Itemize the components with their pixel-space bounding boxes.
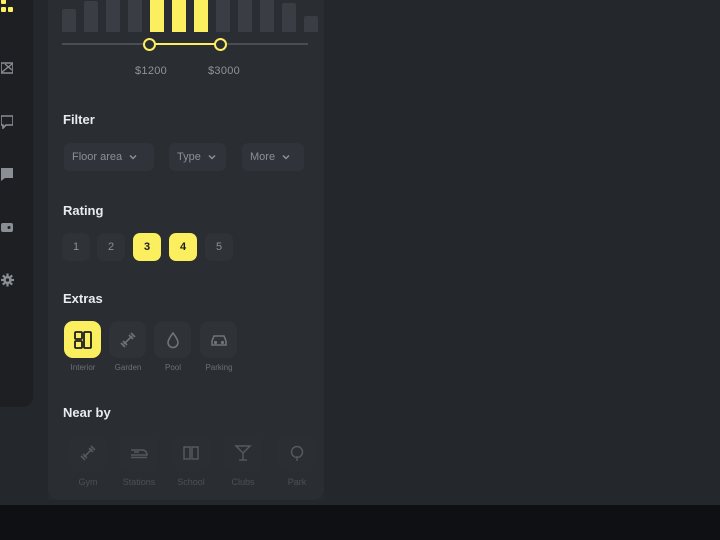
histogram-bar bbox=[238, 0, 252, 32]
rating-heading: Rating bbox=[63, 203, 104, 218]
histogram-bar bbox=[304, 16, 318, 32]
extra-pool-label: Pool bbox=[164, 363, 181, 372]
ticket-icon[interactable] bbox=[0, 60, 14, 76]
histogram-bar bbox=[62, 9, 76, 32]
nearby-school-button[interactable] bbox=[172, 434, 210, 472]
price-max-label: $3000 bbox=[208, 65, 241, 77]
nearby-heading: Near by bbox=[63, 405, 111, 420]
chevron-down-icon bbox=[208, 154, 216, 160]
layout-icon bbox=[73, 330, 92, 349]
grid-icon[interactable] bbox=[0, 0, 14, 14]
price-min-label: $1200 bbox=[135, 65, 168, 77]
histogram-bar bbox=[84, 1, 98, 32]
chevron-down-icon bbox=[129, 154, 137, 160]
sidebar-rail bbox=[0, 0, 33, 407]
rating-option-1[interactable]: 1 bbox=[62, 233, 90, 261]
gear-icon[interactable] bbox=[0, 272, 14, 288]
histogram-bar bbox=[106, 0, 120, 32]
extra-garden-button[interactable] bbox=[109, 321, 146, 358]
nearby-park-button[interactable] bbox=[278, 434, 316, 472]
histogram-bar bbox=[172, 0, 186, 32]
train-icon bbox=[131, 449, 148, 459]
car-icon bbox=[210, 334, 227, 346]
app-background: $1200 $3000 Filter Floor area Type More … bbox=[0, 0, 720, 505]
extra-interior-button[interactable] bbox=[64, 321, 101, 358]
book-icon bbox=[183, 446, 199, 460]
nearby-gym-label: Gym bbox=[78, 477, 98, 487]
dumbbell-icon bbox=[119, 331, 136, 348]
extra-interior-label: Interior bbox=[70, 363, 96, 372]
type-label: Type bbox=[177, 151, 201, 163]
extra-garden-label: Garden bbox=[114, 363, 142, 372]
chat-icon[interactable] bbox=[0, 114, 14, 130]
extra-parking-button[interactable] bbox=[200, 321, 237, 358]
cocktail-icon bbox=[234, 445, 252, 461]
rating-option-2[interactable]: 2 bbox=[97, 233, 125, 261]
wallet-icon[interactable] bbox=[0, 219, 14, 235]
nearby-clubs-button[interactable] bbox=[224, 434, 262, 472]
filter-heading: Filter bbox=[63, 112, 95, 127]
filter-panel: $1200 $3000 Filter Floor area Type More … bbox=[48, 0, 324, 500]
message-icon[interactable] bbox=[0, 166, 14, 182]
extras-heading: Extras bbox=[63, 291, 103, 306]
extra-parking-label: Parking bbox=[205, 363, 233, 372]
more-dropdown[interactable]: More bbox=[242, 143, 304, 171]
rating-option-5[interactable]: 5 bbox=[205, 233, 233, 261]
price-histogram bbox=[62, 0, 318, 32]
tree-icon bbox=[290, 445, 304, 461]
price-slider-range bbox=[149, 43, 220, 45]
nearby-park-label: Park bbox=[287, 477, 307, 487]
histogram-bar bbox=[216, 0, 230, 32]
histogram-bar bbox=[282, 3, 296, 32]
price-slider-min-handle[interactable] bbox=[143, 38, 156, 51]
nearby-stations-button[interactable] bbox=[120, 434, 158, 472]
drop-icon bbox=[166, 331, 179, 348]
histogram-bar bbox=[194, 0, 208, 32]
rating-option-4[interactable]: 4 bbox=[169, 233, 197, 261]
histogram-bar bbox=[150, 0, 164, 32]
more-label: More bbox=[250, 151, 276, 163]
nearby-stations-label: Stations bbox=[122, 477, 156, 487]
floor-area-label: Floor area bbox=[72, 151, 123, 163]
floor-area-dropdown[interactable]: Floor area bbox=[64, 143, 154, 171]
dumbbell-icon bbox=[80, 445, 96, 461]
price-slider-max-handle[interactable] bbox=[214, 38, 227, 51]
extra-pool-button[interactable] bbox=[154, 321, 191, 358]
type-dropdown[interactable]: Type bbox=[169, 143, 226, 171]
histogram-bar bbox=[128, 0, 142, 32]
nearby-gym-button[interactable] bbox=[69, 434, 107, 472]
nearby-school-label: School bbox=[177, 477, 205, 487]
nearby-clubs-label: Clubs bbox=[231, 477, 255, 487]
rating-option-3[interactable]: 3 bbox=[133, 233, 161, 261]
chevron-down-icon bbox=[282, 154, 290, 160]
histogram-bar bbox=[260, 0, 274, 32]
